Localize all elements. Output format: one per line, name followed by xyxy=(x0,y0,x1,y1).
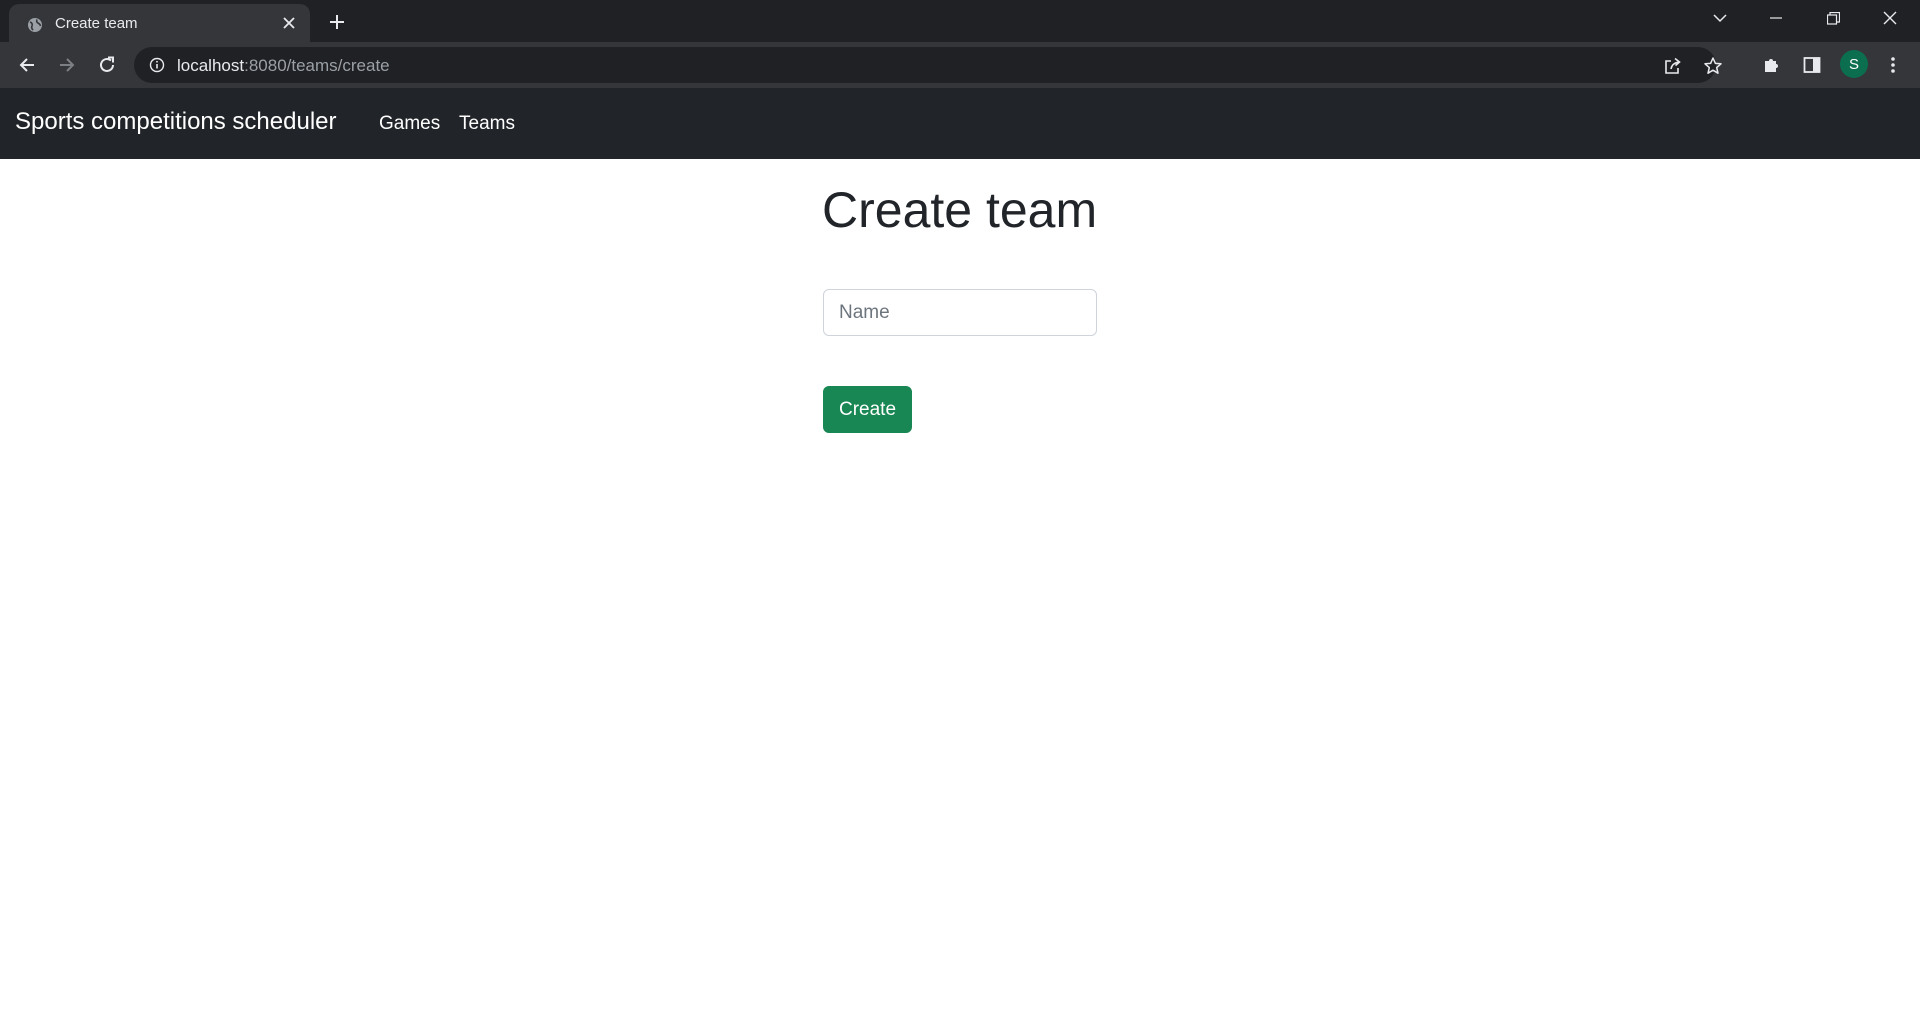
browser-tab-strip: Create team xyxy=(0,0,1920,42)
share-icon[interactable] xyxy=(1662,55,1684,77)
star-icon[interactable] xyxy=(1702,55,1724,77)
new-tab-icon[interactable] xyxy=(326,11,348,33)
profile-avatar[interactable]: S xyxy=(1840,50,1868,78)
url-path: :8080/teams/create xyxy=(244,56,390,75)
minimize-icon[interactable] xyxy=(1762,6,1790,30)
side-panel-icon[interactable] xyxy=(1799,52,1825,78)
puzzle-icon[interactable] xyxy=(1759,52,1785,78)
reload-icon[interactable] xyxy=(94,52,120,78)
browser-tab[interactable]: Create team xyxy=(9,4,310,42)
site-navbar: Sports competitions scheduler Games Team… xyxy=(0,88,1920,159)
url-host: localhost xyxy=(177,56,245,75)
close-window-icon[interactable] xyxy=(1876,6,1904,30)
team-name-input[interactable] xyxy=(823,289,1097,336)
back-arrow-icon[interactable] xyxy=(14,52,40,78)
url-text[interactable]: localhost:8080/teams/create xyxy=(177,56,390,76)
forward-arrow-icon[interactable] xyxy=(54,52,80,78)
nav-link-games[interactable]: Games xyxy=(379,113,440,135)
tab-title: Create team xyxy=(55,15,138,32)
globe-icon xyxy=(26,16,44,34)
info-icon[interactable] xyxy=(148,56,166,74)
create-button[interactable]: Create xyxy=(823,386,912,433)
nav-link-teams[interactable]: Teams xyxy=(459,113,515,135)
tab-search-icon[interactable] xyxy=(1706,6,1734,30)
navbar-brand[interactable]: Sports competitions scheduler xyxy=(15,108,337,136)
address-bar[interactable]: localhost:8080/teams/create xyxy=(134,47,1722,83)
close-tab-icon[interactable] xyxy=(281,15,297,31)
page-title: Create team xyxy=(822,182,1098,238)
browser-toolbar: localhost:8080/teams/create S xyxy=(0,42,1920,88)
restore-icon[interactable] xyxy=(1819,6,1847,30)
kebab-menu-icon[interactable] xyxy=(1880,52,1906,78)
